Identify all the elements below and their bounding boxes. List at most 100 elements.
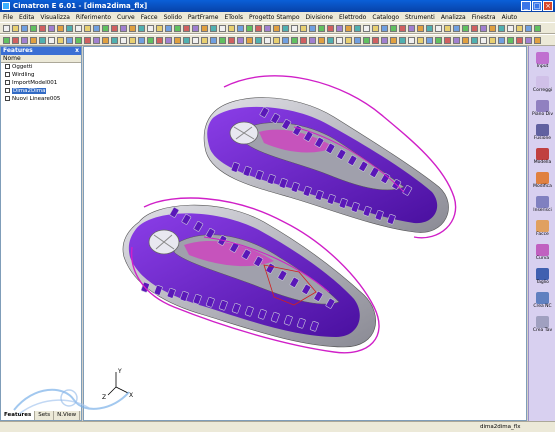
menu-strumenti[interactable]: Strumenti [402, 14, 438, 21]
toolbar-button-icon[interactable] [345, 37, 352, 44]
toolbar-button-icon[interactable] [12, 37, 19, 44]
toolbar-button-icon[interactable] [246, 37, 253, 44]
toolbar-button-icon[interactable] [111, 37, 118, 44]
toolbar-button-icon[interactable] [21, 37, 28, 44]
tree-item[interactable]: Dima2Dima [5, 87, 81, 95]
toolbar-button-icon[interactable] [210, 25, 217, 32]
toolbar-button-icon[interactable] [453, 25, 460, 32]
toolbar-button-icon[interactable] [102, 37, 109, 44]
toolbar-button-icon[interactable] [174, 25, 181, 32]
toolbar-button-icon[interactable] [84, 25, 91, 32]
tree-item[interactable]: Oggetti [5, 63, 81, 71]
toolbar-button-icon[interactable] [66, 37, 73, 44]
toolbar-button-icon[interactable] [39, 37, 46, 44]
toolbar-button-icon[interactable] [129, 37, 136, 44]
toolbar-button-icon[interactable] [174, 37, 181, 44]
toolbar-button-icon[interactable] [426, 37, 433, 44]
toolbar-button-icon[interactable] [480, 25, 487, 32]
toolbar-button-icon[interactable] [210, 37, 217, 44]
toolbar-button-icon[interactable] [147, 37, 154, 44]
toolbar-button-icon[interactable] [75, 37, 82, 44]
toolbar-button-icon[interactable] [165, 37, 172, 44]
toolbar-button-icon[interactable] [273, 25, 280, 32]
toolbar-button-icon[interactable] [129, 25, 136, 32]
toolbar-button-icon[interactable] [534, 25, 541, 32]
toolbar-button-icon[interactable] [354, 37, 361, 44]
toolbar-button-icon[interactable] [237, 25, 244, 32]
toolbar-button-icon[interactable] [291, 37, 298, 44]
tool-piano-div[interactable]: Piano Div [530, 100, 555, 122]
toolbar-button-icon[interactable] [264, 25, 271, 32]
toolbar-button-icon[interactable] [57, 37, 64, 44]
tool-correggi[interactable]: Correggi [530, 76, 555, 98]
toolbar-button-icon[interactable] [138, 37, 145, 44]
menu-analizza[interactable]: Analizza [438, 14, 469, 21]
toolbar-button-icon[interactable] [327, 37, 334, 44]
toolbar-button-icon[interactable] [462, 25, 469, 32]
toolbar-button-icon[interactable] [390, 37, 397, 44]
menu-solido[interactable]: Solido [161, 14, 185, 21]
toolbar-button-icon[interactable] [426, 25, 433, 32]
panel-tab[interactable]: N.View [54, 411, 81, 420]
panel-tab[interactable]: Sets [35, 411, 55, 420]
menu-etools[interactable]: ETools [221, 14, 246, 21]
toolbar-button-icon[interactable] [417, 37, 424, 44]
toolbar-button-icon[interactable] [525, 37, 532, 44]
menu-facce[interactable]: Facce [138, 14, 161, 21]
toolbar-button-icon[interactable] [435, 25, 442, 32]
toolbar-button-icon[interactable] [354, 25, 361, 32]
toolbar-button-icon[interactable] [408, 37, 415, 44]
toolbar-button-icon[interactable] [345, 25, 352, 32]
toolbar-button-icon[interactable] [30, 37, 37, 44]
toolbar-button-icon[interactable] [30, 25, 37, 32]
toolbar-button-icon[interactable] [156, 25, 163, 32]
toolbar-button-icon[interactable] [219, 25, 226, 32]
toolbar-button-icon[interactable] [516, 25, 523, 32]
menu-curve[interactable]: Curve [114, 14, 138, 21]
toolbar-button-icon[interactable] [255, 37, 262, 44]
menu-catalogo[interactable]: Catalogo [369, 14, 402, 21]
toolbar-button-icon[interactable] [327, 25, 334, 32]
tool-facce[interactable]: Facce [530, 220, 555, 242]
tool-input[interactable]: Input [530, 52, 555, 74]
tool-modella[interactable]: Modella [530, 148, 555, 170]
toolbar-button-icon[interactable] [255, 25, 262, 32]
toolbar-button-icon[interactable] [390, 25, 397, 32]
toolbar-button-icon[interactable] [453, 37, 460, 44]
toolbar-button-icon[interactable] [228, 25, 235, 32]
tool-modifica[interactable]: Modifica [530, 172, 555, 194]
toolbar-button-icon[interactable] [309, 25, 316, 32]
toolbar-button-icon[interactable] [84, 37, 91, 44]
toolbar-button-icon[interactable] [381, 25, 388, 32]
toolbar-button-icon[interactable] [120, 37, 127, 44]
close-icon[interactable]: x [75, 47, 79, 55]
toolbar-button-icon[interactable] [102, 25, 109, 32]
toolbar-button-icon[interactable] [399, 37, 406, 44]
toolbar-button-icon[interactable] [201, 37, 208, 44]
toolbar-button-icon[interactable] [48, 37, 55, 44]
toolbar-button-icon[interactable] [498, 25, 505, 32]
graphics-viewport[interactable]: Y X Z [83, 46, 527, 421]
tool-fusione[interactable]: Fusione [530, 124, 555, 146]
tool-taglio[interactable]: Taglio [530, 268, 555, 290]
panel-tab[interactable]: Features [1, 411, 36, 420]
toolbar-button-icon[interactable] [93, 25, 100, 32]
toolbar-button-icon[interactable] [300, 25, 307, 32]
toolbar-button-icon[interactable] [12, 25, 19, 32]
menu-divisione[interactable]: Divisione [303, 14, 336, 21]
toolbar-button-icon[interactable] [228, 37, 235, 44]
toolbar-button-icon[interactable] [399, 25, 406, 32]
toolbar-button-icon[interactable] [498, 37, 505, 44]
toolbar-button-icon[interactable] [435, 37, 442, 44]
menu-visualizza[interactable]: Visualizza [37, 14, 73, 21]
toolbar-button-icon[interactable] [489, 25, 496, 32]
toolbar-button-icon[interactable] [444, 37, 451, 44]
toolbar-button-icon[interactable] [57, 25, 64, 32]
tree-item[interactable]: Nuovi Lineare005 [5, 95, 81, 103]
toolbar-button-icon[interactable] [507, 25, 514, 32]
tool-crea-nc[interactable]: Crea NC [530, 292, 555, 314]
menu-edita[interactable]: Edita [16, 14, 37, 21]
toolbar-button-icon[interactable] [507, 37, 514, 44]
toolbar-button-icon[interactable] [39, 25, 46, 32]
toolbar-button-icon[interactable] [93, 37, 100, 44]
